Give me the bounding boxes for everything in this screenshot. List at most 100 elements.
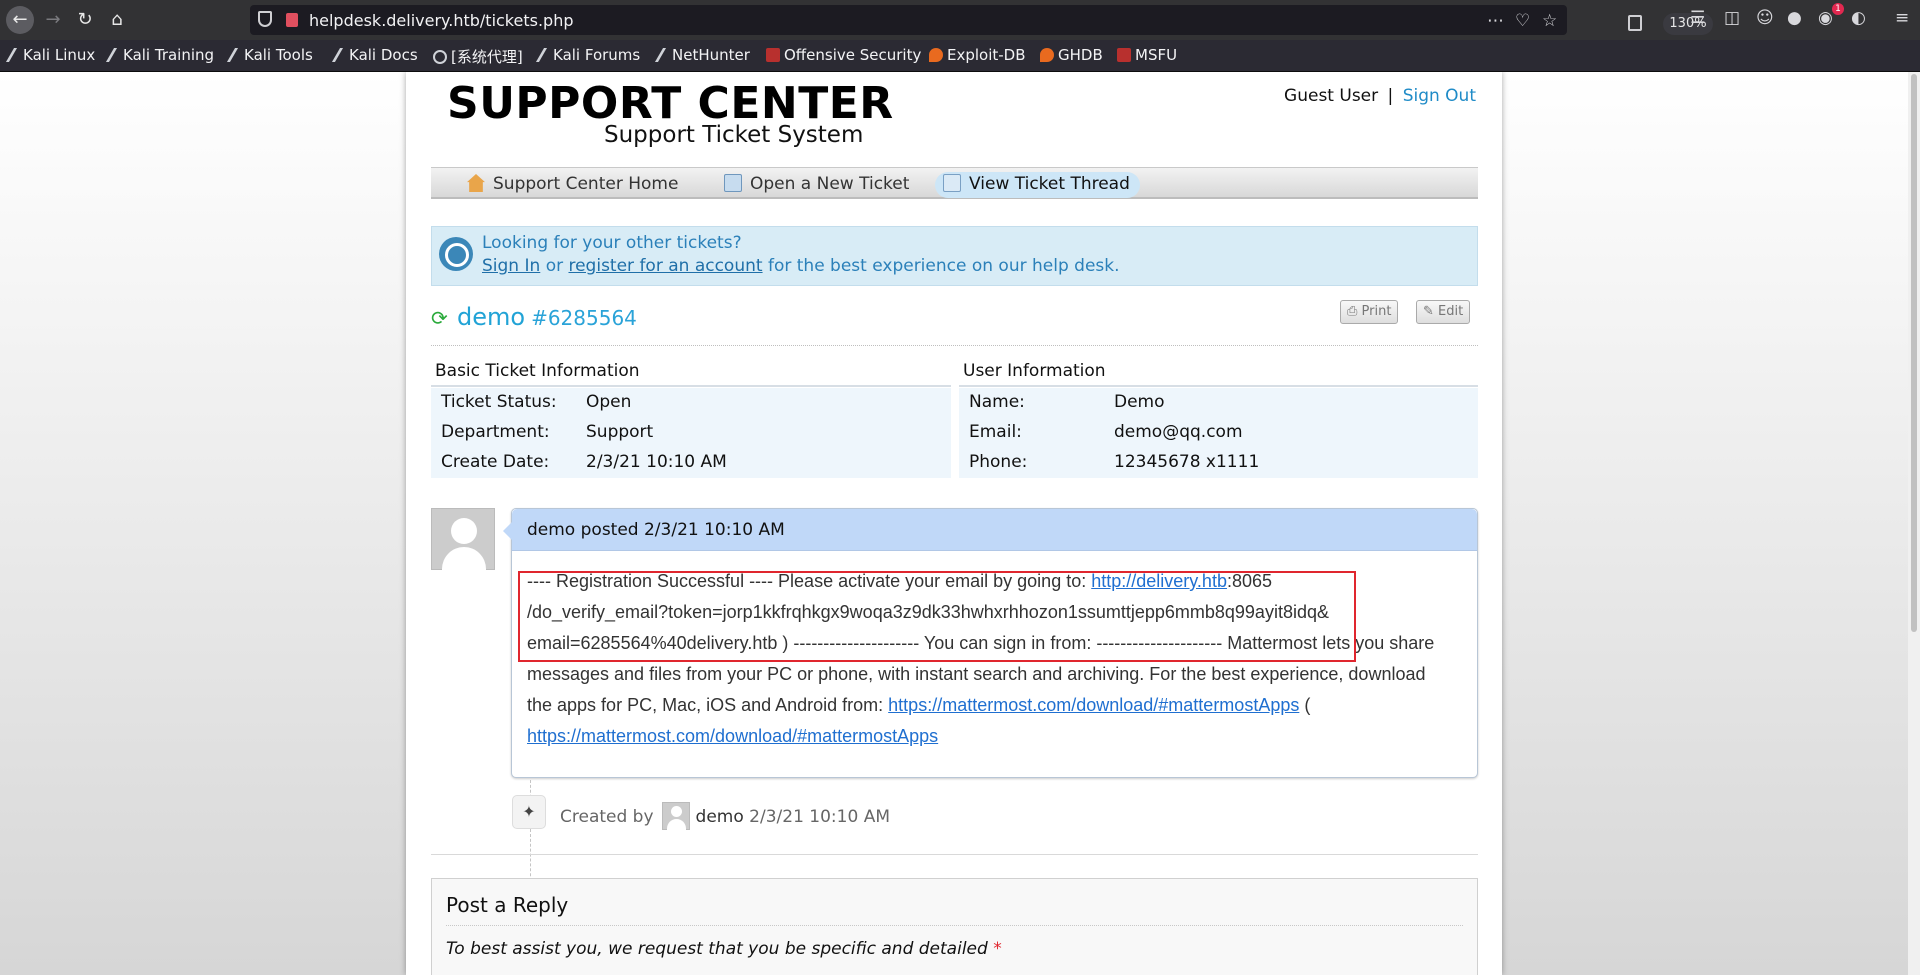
zoom-level[interactable]: 130% [1663, 13, 1713, 35]
browser-toolbar: ← → ↻ ⌂ helpdesk.delivery.htb/tickets.ph… [0, 0, 1920, 40]
offsec-icon [766, 48, 780, 62]
globe-icon [433, 50, 447, 64]
kali-icon [535, 48, 554, 62]
sign-out-link[interactable]: Sign Out [1403, 86, 1476, 106]
basic-info-heading: Basic Ticket Information [431, 361, 951, 387]
shield-icon[interactable] [258, 11, 272, 27]
reload-icon[interactable]: ↻ [71, 6, 99, 34]
kali-icon [226, 48, 245, 62]
ticket-subject: demo [457, 303, 526, 331]
refresh-icon[interactable]: ⟳ [431, 306, 451, 330]
message-line: messages and files from your PC or phone… [527, 664, 1426, 684]
avatar-body [442, 547, 486, 571]
print-label: Print [1361, 304, 1392, 319]
bookmark-star-icon[interactable]: ☆ [1542, 11, 1557, 31]
nav-view-ticket-thread[interactable]: View Ticket Thread [935, 172, 1140, 198]
back-icon[interactable]: ← [6, 6, 34, 34]
nav-home-label: Support Center Home [493, 174, 679, 194]
edb-icon [929, 48, 943, 62]
scrollbar-thumb[interactable] [1911, 74, 1917, 632]
bookmark-8[interactable]: Exploit-DB [929, 46, 1026, 64]
bookmark-2[interactable]: Kali Tools [226, 46, 313, 64]
kali-icon [5, 48, 24, 62]
event-time: 2/3/21 10:10 AM [749, 807, 890, 827]
print-button[interactable]: ⎙ Print [1340, 300, 1399, 324]
sidebar-icon[interactable]: ◫ [1724, 8, 1740, 28]
kali-icon [105, 48, 124, 62]
home-icon [467, 174, 485, 192]
info-label: Department: [441, 422, 550, 442]
basic-info-row: Department: Support [441, 422, 941, 448]
reply-hint: To best assist you, we request that you … [446, 939, 1002, 959]
sign-in-link[interactable]: Sign In [482, 256, 540, 276]
reply-title: Post a Reply [446, 893, 569, 917]
other-tickets-notice: Looking for your other tickets? Sign In … [431, 226, 1478, 286]
kali-icon [654, 48, 673, 62]
bookmark-6[interactable]: NetHunter [654, 46, 750, 64]
basic-info-row: Create Date: 2/3/21 10:10 AM [441, 452, 941, 478]
user-info-row: Name: Demo [969, 392, 1469, 418]
bookmark-label: [系统代理] [451, 48, 523, 66]
bookmark-7[interactable]: Offensive Security [766, 46, 921, 64]
divider [446, 925, 1463, 926]
extension-icon[interactable]: ● [1787, 8, 1802, 28]
user-bar-separator: | [1387, 86, 1394, 106]
home-icon[interactable]: ⌂ [103, 6, 131, 34]
register-link[interactable]: register for an account [568, 256, 762, 276]
url-bar[interactable]: helpdesk.delivery.htb/tickets.php 130% ⋯… [250, 5, 1713, 35]
bookmark-3[interactable]: Kali Docs [331, 46, 418, 64]
post-reply-section: Post a Reply To best assist you, we requ… [431, 878, 1478, 975]
nav-view-label: View Ticket Thread [969, 174, 1130, 194]
red-highlight-box [518, 571, 1356, 662]
nav-open-new-ticket[interactable]: Open a New Ticket [716, 172, 919, 198]
bookmark-label: Kali Forums [553, 46, 641, 64]
bookmark-10[interactable]: MSFU [1117, 46, 1177, 64]
edit-label: Edit [1438, 304, 1464, 319]
reader-view-icon[interactable] [1628, 15, 1642, 31]
bookmark-4[interactable]: [系统代理] [433, 46, 523, 67]
divider [431, 345, 1478, 346]
avatar-head [451, 518, 477, 544]
event-author: demo [695, 807, 744, 827]
info-value: Demo [1114, 392, 1165, 412]
bookmark-9[interactable]: GHDB [1040, 46, 1103, 64]
account-icon[interactable]: ☺ [1756, 8, 1774, 28]
created-by-label: Created by [560, 807, 654, 827]
insecure-lock-icon[interactable] [286, 13, 298, 27]
extension-badge: 1 [1832, 3, 1844, 15]
bookmark-5[interactable]: Kali Forums [535, 46, 641, 64]
bookmark-0[interactable]: Kali Linux [5, 46, 96, 64]
menu-icon[interactable]: ≡ [1895, 8, 1909, 28]
url-text[interactable]: helpdesk.delivery.htb/tickets.php [309, 11, 574, 30]
mattermost-download-link[interactable]: https://mattermost.com/download/#matterm… [527, 726, 938, 746]
more-icon[interactable]: ⋯ [1487, 11, 1504, 31]
message-text: the apps for PC, Mac, iOS and Android fr… [527, 695, 889, 715]
support-center-page: SUPPORT CENTER Support Ticket System Gue… [406, 72, 1502, 975]
pocket-icon[interactable]: ♡ [1515, 11, 1530, 31]
bookmark-1[interactable]: Kali Training [105, 46, 214, 64]
required-marker: * [993, 939, 1002, 959]
offsec-icon [1117, 48, 1131, 62]
edit-button[interactable]: ✎ Edit [1416, 300, 1471, 324]
forward-icon[interactable]: → [39, 6, 67, 34]
bookmark-label: Kali Linux [23, 46, 96, 64]
compass-icon [439, 237, 473, 271]
info-label: Create Date: [441, 452, 550, 472]
user-info-row: Phone: 12345678 x1111 [969, 452, 1469, 478]
info-value: 2/3/21 10:10 AM [586, 452, 727, 472]
mattermost-download-link[interactable]: https://mattermost.com/download/#matterm… [888, 695, 1299, 715]
scrollbar[interactable] [1908, 72, 1920, 975]
page-viewport: SUPPORT CENTER Support Ticket System Gue… [0, 72, 1920, 975]
edb-icon [1040, 48, 1054, 62]
info-label: Phone: [969, 452, 1028, 472]
ticket-number: #6285564 [531, 306, 637, 330]
message-text: ( [1299, 695, 1311, 715]
library-icon[interactable]: ☰ [1690, 8, 1705, 28]
user-info-heading: User Information [959, 361, 1478, 387]
nav-new-label: Open a New Ticket [750, 174, 910, 194]
message-line: https://mattermost.com/download/#matterm… [527, 721, 1467, 752]
nav-support-center-home[interactable]: Support Center Home [459, 172, 688, 198]
extension-icon[interactable]: ◐ [1851, 8, 1866, 28]
notice-question: Looking for your other tickets? [482, 233, 742, 253]
extension-icon[interactable]: ◉ [1818, 8, 1833, 28]
